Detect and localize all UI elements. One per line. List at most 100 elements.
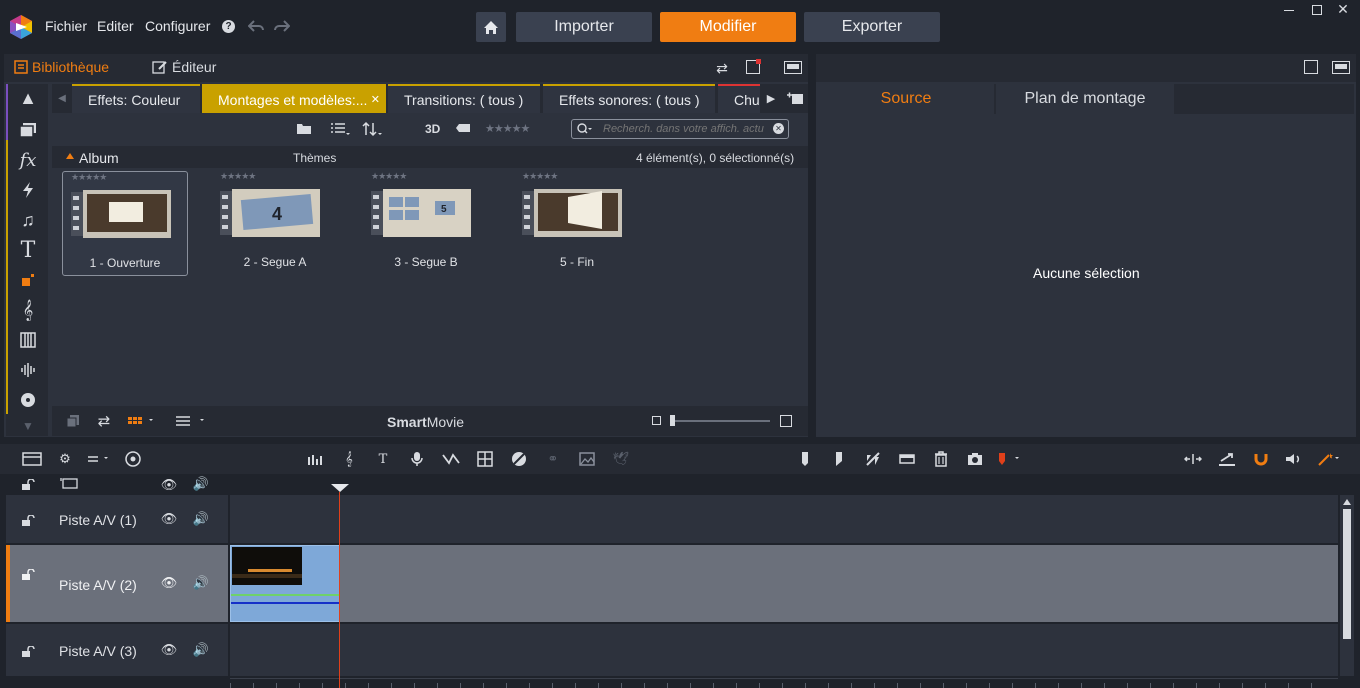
- track-properties-icon[interactable]: [60, 477, 78, 489]
- lock-icon[interactable]: [21, 646, 35, 658]
- trim-icon[interactable]: [898, 450, 916, 468]
- minimize-icon[interactable]: [1284, 10, 1294, 11]
- sort-icon[interactable]: [362, 121, 384, 137]
- collections-icon[interactable]: [16, 118, 40, 142]
- track-lane[interactable]: [230, 545, 1338, 622]
- tab-scroll-left-icon[interactable]: ◀: [56, 86, 68, 110]
- library-item[interactable]: ★★★★★ 5 3 - Segue B: [363, 171, 489, 276]
- eye-icon[interactable]: 👁: [160, 477, 178, 492]
- smartmovie-button[interactable]: SmartMovie: [387, 414, 464, 430]
- rating-stars[interactable]: ★★★★★: [220, 171, 338, 183]
- thumbnail-size-slider[interactable]: [670, 415, 770, 426]
- tag-icon[interactable]: [455, 123, 471, 133]
- rating-filter[interactable]: ★★★★★: [485, 122, 530, 135]
- disc-icon[interactable]: [124, 450, 142, 468]
- eye-icon[interactable]: 👁: [160, 575, 178, 591]
- speaker-icon[interactable]: 🔊: [192, 642, 210, 658]
- rating-stars[interactable]: ★★★★★: [522, 171, 640, 183]
- lock-icon[interactable]: [21, 515, 35, 527]
- menu-file[interactable]: Fichier: [45, 18, 87, 34]
- refresh-icon[interactable]: ⇄: [96, 413, 112, 430]
- search-input[interactable]: [603, 121, 773, 137]
- library-item[interactable]: ★★★★★ 4 2 - Segue A: [212, 171, 338, 276]
- snapshot-icon[interactable]: [966, 450, 984, 468]
- track-lane[interactable]: [230, 624, 1338, 676]
- close-tab-icon[interactable]: ✕: [371, 93, 380, 106]
- close-icon[interactable]: ✕: [1336, 1, 1350, 17]
- timeline-scrollbar[interactable]: [1340, 495, 1354, 676]
- eye-icon[interactable]: 👁: [160, 511, 178, 527]
- detach-icon[interactable]: [746, 59, 761, 74]
- marker-dropdown-icon[interactable]: [994, 450, 1024, 468]
- fx-icon[interactable]: fx: [16, 148, 40, 172]
- scroll-up-icon[interactable]: [1343, 499, 1351, 505]
- copy-icon[interactable]: [66, 414, 80, 428]
- help-icon[interactable]: ?: [222, 20, 235, 33]
- tab-scroll-right-icon[interactable]: ▶: [764, 86, 778, 110]
- playhead-line[interactable]: [339, 492, 340, 688]
- editor-tab[interactable]: Éditeur: [152, 59, 216, 75]
- magnet-icon[interactable]: [1252, 450, 1270, 468]
- speaker-icon[interactable]: 🔊: [192, 476, 210, 491]
- library-item[interactable]: ★★★★★ 5 - Fin: [514, 171, 640, 276]
- gear-icon[interactable]: ⚙: [56, 450, 74, 468]
- restore-icon[interactable]: [1312, 5, 1322, 15]
- menu-edit[interactable]: Editer: [97, 18, 134, 34]
- collapse-arrow-icon[interactable]: [66, 153, 74, 159]
- tab-transitions[interactable]: Transitions: ( tous ): [388, 84, 540, 113]
- grid-view-icon[interactable]: [128, 416, 154, 426]
- sound-wave-icon[interactable]: [16, 358, 40, 382]
- mark-in-icon[interactable]: [796, 450, 814, 468]
- lightning-icon[interactable]: [16, 178, 40, 202]
- import-button[interactable]: Importer: [516, 12, 652, 42]
- split-clip-icon[interactable]: [864, 450, 882, 468]
- list-view-icon[interactable]: [330, 122, 350, 136]
- piano-icon[interactable]: [16, 328, 40, 352]
- scroll-up-icon[interactable]: ▲: [16, 86, 40, 110]
- music-icon[interactable]: ♫: [16, 208, 40, 232]
- disc-icon[interactable]: [16, 388, 40, 412]
- tab-overflow[interactable]: Chu: [718, 84, 760, 113]
- lock-icon[interactable]: [21, 569, 35, 581]
- video-clip[interactable]: [230, 545, 340, 622]
- rating-stars[interactable]: ★★★★★: [371, 171, 489, 183]
- track-settings-icon[interactable]: [20, 450, 44, 468]
- roll-icon[interactable]: [1218, 450, 1236, 468]
- search-box[interactable]: ✕: [571, 119, 789, 139]
- library-item[interactable]: ★★★★★ 1 - Ouverture: [62, 171, 188, 276]
- link-icon[interactable]: ⚭: [544, 450, 562, 468]
- ripple-icon[interactable]: [1184, 450, 1202, 468]
- maximize-icon[interactable]: [784, 61, 802, 74]
- tab-timeline[interactable]: Plan de montage: [996, 84, 1174, 114]
- tab-color-effects[interactable]: Effets: Couleur: [72, 84, 200, 113]
- magic-wand-icon[interactable]: [1316, 450, 1342, 468]
- title-icon[interactable]: T: [16, 238, 40, 263]
- clear-search-icon[interactable]: ✕: [773, 123, 784, 134]
- swap-icon[interactable]: ⇄: [714, 60, 730, 76]
- image-edit-icon[interactable]: [578, 450, 596, 468]
- home-button[interactable]: [476, 12, 506, 42]
- scroll-thumb[interactable]: [1343, 509, 1351, 639]
- transition-icon[interactable]: [442, 450, 460, 468]
- add-tab-icon[interactable]: [786, 90, 804, 106]
- speaker-icon[interactable]: 🔊: [192, 511, 210, 527]
- color-correction-icon[interactable]: [510, 450, 528, 468]
- storyboard-icon[interactable]: [476, 450, 494, 468]
- mark-out-icon[interactable]: [830, 450, 848, 468]
- audio-scrub-icon[interactable]: [1284, 450, 1306, 468]
- library-tab[interactable]: Bibliothèque: [14, 59, 109, 75]
- maximize-icon[interactable]: [1332, 61, 1350, 74]
- track-lane[interactable]: [230, 495, 1338, 543]
- snap-dropdown-icon[interactable]: [86, 450, 112, 468]
- tab-sound-effects[interactable]: Effets sonores: ( tous ): [543, 84, 715, 113]
- speaker-icon[interactable]: 🔊: [192, 575, 210, 591]
- detach-icon[interactable]: [1304, 60, 1318, 74]
- tab-source[interactable]: Source: [818, 84, 994, 114]
- folder-icon[interactable]: [296, 122, 312, 135]
- montage-icon[interactable]: [16, 268, 40, 292]
- playhead-marker[interactable]: [331, 484, 349, 492]
- bird-icon[interactable]: 🕊: [612, 450, 630, 468]
- undo-icon[interactable]: [248, 19, 264, 33]
- list-options-icon[interactable]: [176, 416, 208, 426]
- eye-icon[interactable]: 👁: [160, 642, 178, 658]
